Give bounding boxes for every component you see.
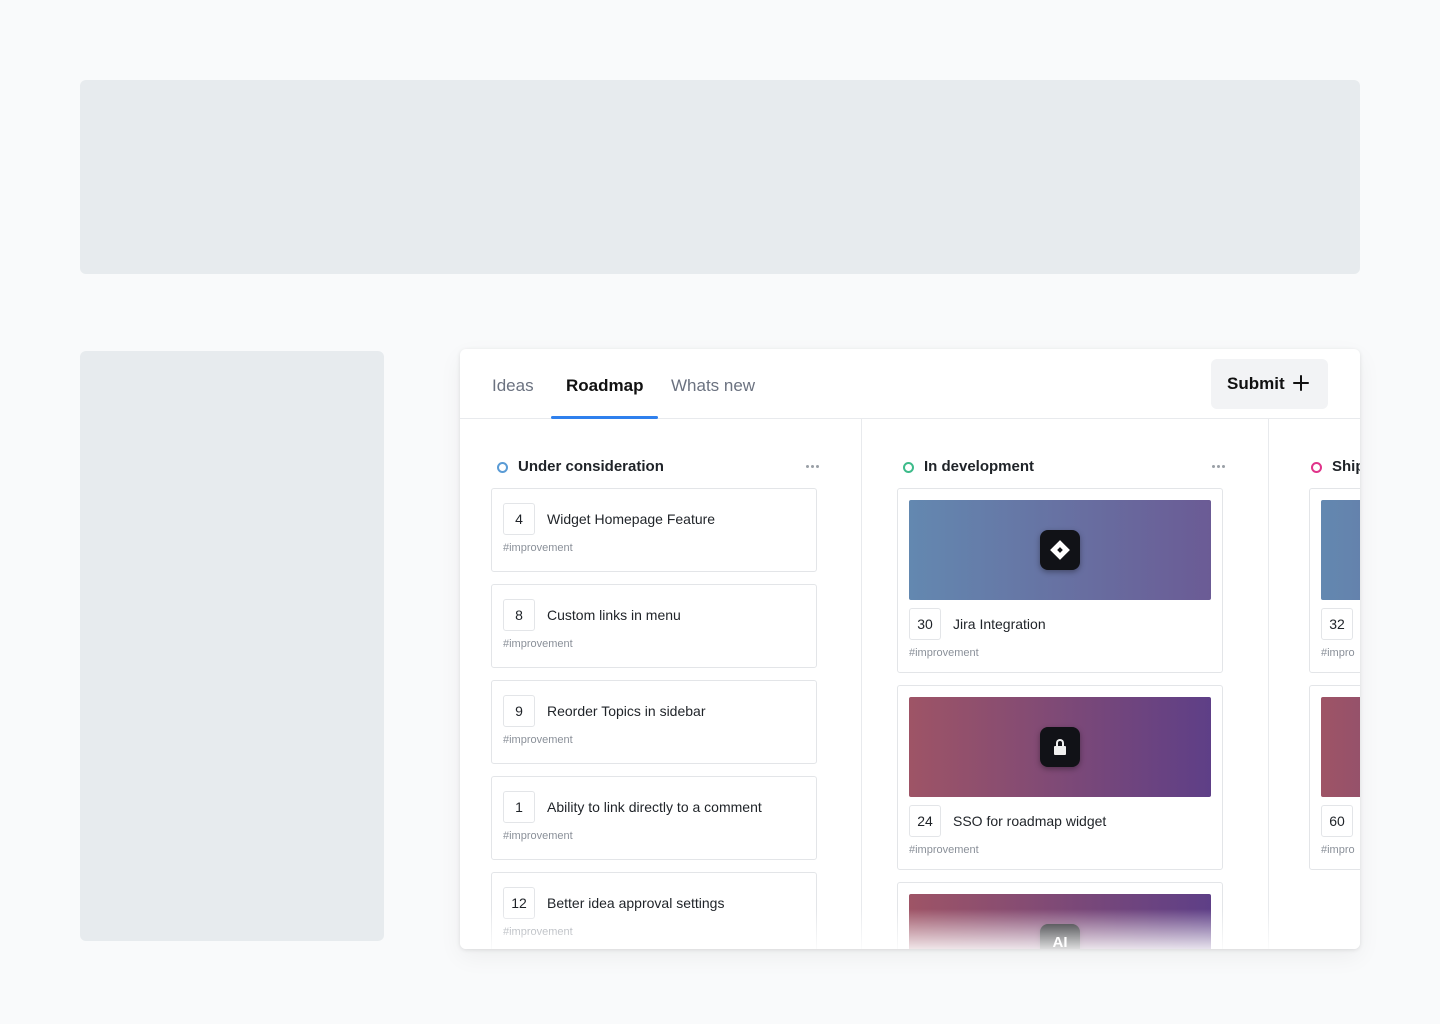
column-under-consideration: Under consideration 4 Widget Homepage Fe…	[491, 419, 831, 949]
ai-icon-text: AI	[1052, 934, 1068, 949]
jira-icon	[1040, 530, 1080, 570]
status-circle-icon	[1311, 462, 1322, 473]
roadmap-widget: Ideas Roadmap Whats new Submit Under con…	[460, 349, 1360, 949]
vote-count[interactable]: 1	[503, 791, 535, 823]
card-tag: #impro	[1321, 844, 1355, 856]
card-title: Better idea approval settings	[547, 895, 725, 911]
column-divider	[861, 419, 862, 949]
roadmap-card[interactable]: 24 SSO for roadmap widget #improvement	[897, 685, 1223, 870]
vote-count[interactable]: 30	[909, 608, 941, 640]
column-title: Ship	[1332, 458, 1360, 475]
column-header: Under consideration	[491, 457, 831, 477]
column-title: In development	[924, 458, 1035, 475]
vote-count[interactable]: 60	[1321, 805, 1353, 837]
more-options-icon[interactable]	[1212, 465, 1226, 469]
roadmap-card[interactable]: 32 #impro	[1309, 488, 1360, 673]
column-header: Ship	[1305, 457, 1360, 477]
tab-whats-new[interactable]: Whats new	[671, 349, 755, 419]
roadmap-card[interactable]: 60 #impro	[1309, 685, 1360, 870]
card-tag: #improvement	[503, 830, 573, 842]
card-tag: #impro	[1321, 647, 1355, 659]
vote-count[interactable]: 8	[503, 599, 535, 631]
submit-label: Submit	[1227, 374, 1285, 393]
card-tag: #improvement	[503, 734, 573, 746]
card-title: Ability to link directly to a comment	[547, 799, 762, 815]
card-title: Jira Integration	[953, 616, 1046, 632]
vote-count[interactable]: 12	[503, 887, 535, 919]
tab-ideas[interactable]: Ideas	[492, 349, 534, 419]
submit-button[interactable]: Submit	[1211, 359, 1328, 409]
roadmap-card[interactable]: AI	[897, 882, 1223, 949]
card-tag: #improvement	[503, 542, 573, 554]
status-circle-icon	[497, 462, 508, 473]
status-circle-icon	[903, 462, 914, 473]
card-title: Widget Homepage Feature	[547, 511, 716, 527]
sidebar-placeholder	[80, 351, 384, 941]
card-tag: #improvement	[909, 647, 979, 659]
card-tag: #improvement	[503, 926, 573, 938]
card-tag: #improvement	[503, 638, 573, 650]
plus-icon	[1293, 375, 1309, 391]
roadmap-card[interactable]: 9 Reorder Topics in sidebar #improvement	[491, 680, 817, 764]
tab-bar: Ideas Roadmap Whats new Submit	[460, 349, 1360, 419]
card-banner	[1321, 697, 1360, 797]
card-tag: #improvement	[909, 844, 979, 856]
card-banner	[1321, 500, 1360, 600]
card-title: Reorder Topics in sidebar	[547, 703, 706, 719]
card-title: Custom links in menu	[547, 607, 681, 623]
more-options-icon[interactable]	[806, 465, 820, 469]
card-banner	[909, 697, 1211, 797]
vote-count[interactable]: 9	[503, 695, 535, 727]
roadmap-card[interactable]: 30 Jira Integration #improvement	[897, 488, 1223, 673]
roadmap-card[interactable]: 4 Widget Homepage Feature #improvement	[491, 488, 817, 572]
header-placeholder	[80, 80, 1360, 274]
card-banner: AI	[909, 894, 1211, 949]
column-shipped: Ship 32 #impro 60 #impro	[1305, 419, 1360, 949]
column-divider	[1268, 419, 1269, 949]
tab-roadmap[interactable]: Roadmap	[566, 349, 643, 419]
column-header: In development	[897, 457, 1237, 477]
vote-count[interactable]: 24	[909, 805, 941, 837]
card-title: SSO for roadmap widget	[953, 813, 1107, 829]
card-banner	[909, 500, 1211, 600]
roadmap-card[interactable]: 12 Better idea approval settings #improv…	[491, 872, 817, 949]
vote-count[interactable]: 32	[1321, 608, 1353, 640]
column-in-development: In development 30 Jira Integration #impr…	[897, 419, 1237, 949]
column-title: Under consideration	[518, 458, 664, 475]
ai-icon: AI	[1040, 924, 1080, 949]
lock-icon	[1040, 727, 1080, 767]
roadmap-card[interactable]: 8 Custom links in menu #improvement	[491, 584, 817, 668]
roadmap-card[interactable]: 1 Ability to link directly to a comment …	[491, 776, 817, 860]
vote-count[interactable]: 4	[503, 503, 535, 535]
